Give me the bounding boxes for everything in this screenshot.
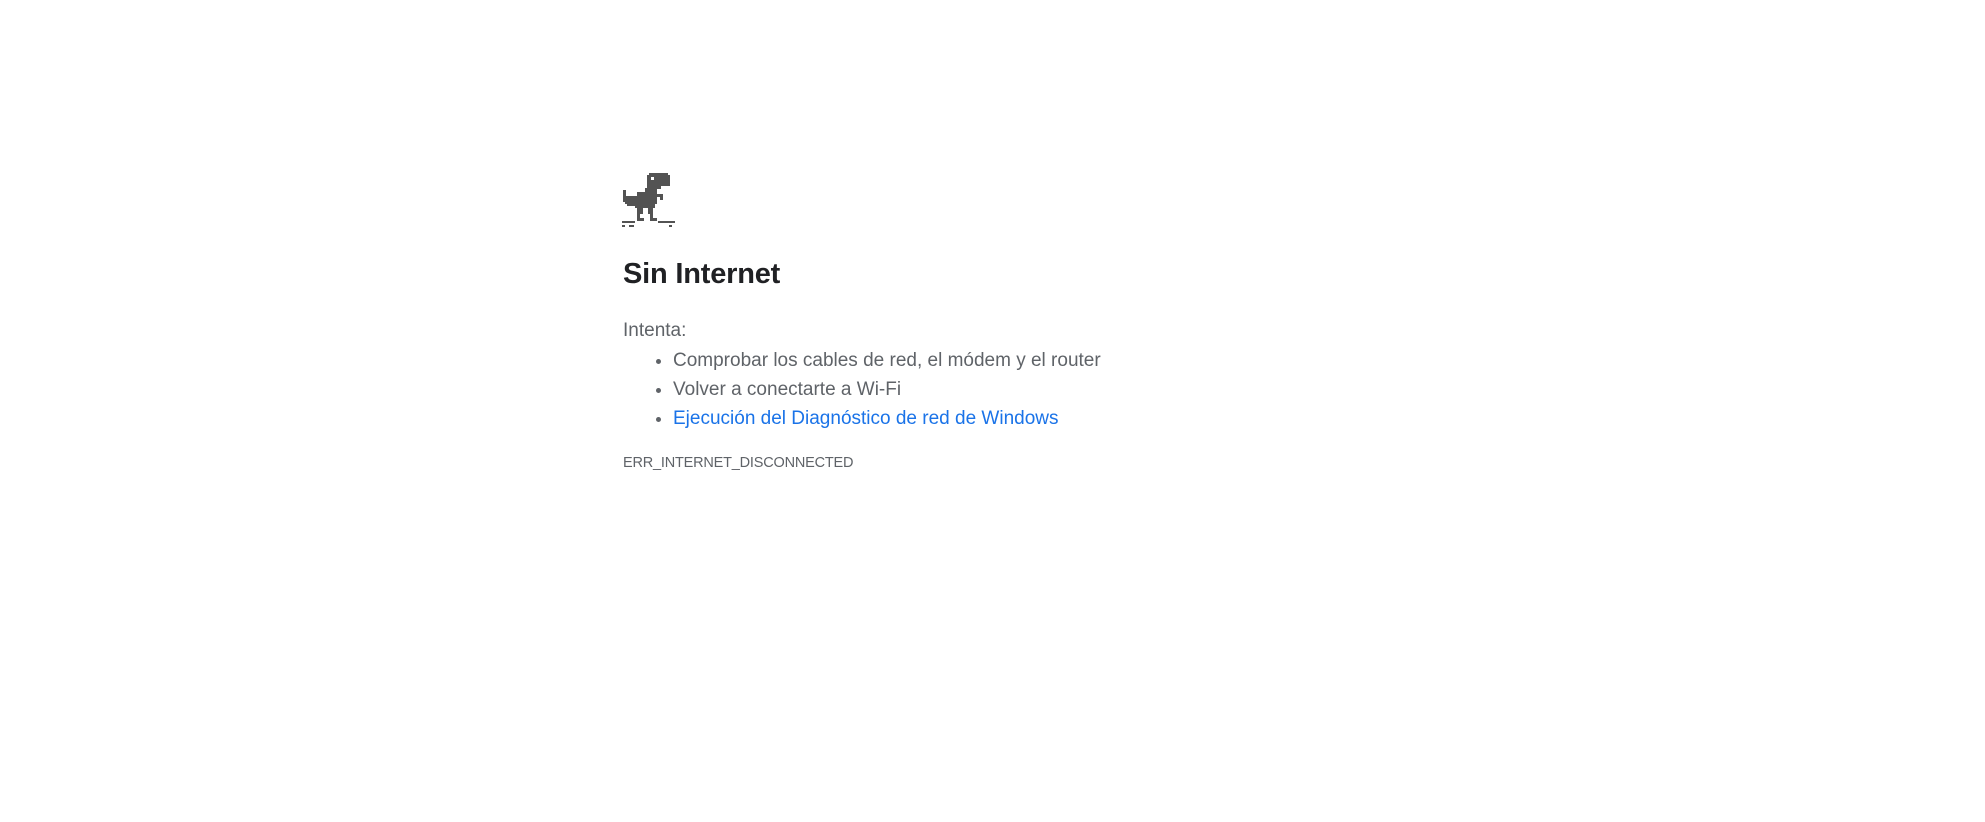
suggestions-intro: Intenta: (623, 320, 687, 341)
offline-dinosaur-icon (622, 173, 675, 227)
error-code: ERR_INTERNET_DISCONNECTED (623, 455, 854, 471)
offline-error-page: Sin Internet Intenta: Comprobar los cabl… (622, 172, 1383, 473)
network-diagnostics-link[interactable]: Ejecución del Diagnóstico de red de Wind… (673, 408, 1059, 429)
suggestion-reconnect-wifi: Volver a conectarte a Wi-Fi (673, 375, 1383, 404)
page-title: Sin Internet (623, 258, 781, 290)
suggestion-run-diagnostics: Ejecución del Diagnóstico de red de Wind… (673, 404, 1383, 433)
suggestions-list: Comprobar los cables de red, el módem y … (623, 346, 1383, 433)
suggestion-check-cables: Comprobar los cables de red, el módem y … (673, 346, 1383, 375)
